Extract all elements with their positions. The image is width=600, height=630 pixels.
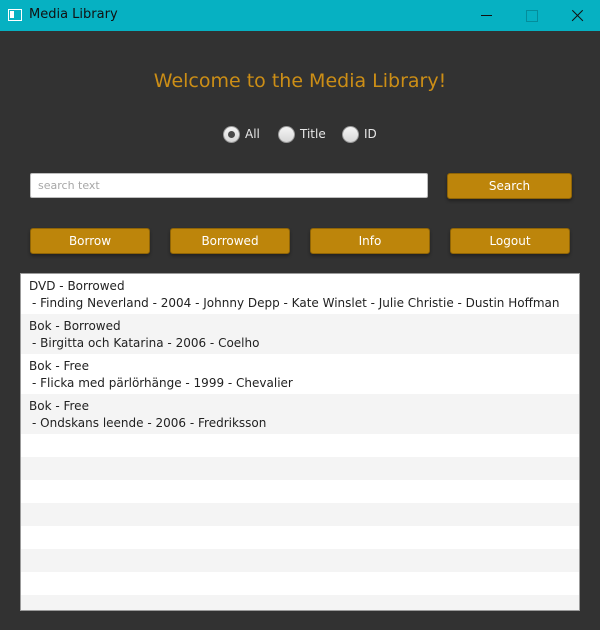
minimize-icon[interactable] xyxy=(463,0,509,31)
app-window-icon xyxy=(8,9,22,21)
list-item-type-status: Bok - Borrowed xyxy=(29,319,121,333)
list-item[interactable]: Bok - Borrowed - Birgitta och Katarina -… xyxy=(21,314,579,354)
empty-list-row xyxy=(21,503,579,526)
media-list[interactable]: DVD - Borrowed - Finding Neverland - 200… xyxy=(20,273,580,611)
list-item-type-status: Bok - Free xyxy=(29,399,89,413)
welcome-heading: Welcome to the Media Library! xyxy=(153,70,447,92)
list-item-details: - Ondskans leende - 2006 - Fredriksson xyxy=(32,416,267,430)
list-item-details: - Finding Neverland - 2004 - Johnny Depp… xyxy=(32,296,560,310)
radio-button-icon[interactable] xyxy=(342,126,359,143)
list-item[interactable]: Bok - Free - Flicka med pärlörhänge - 19… xyxy=(21,354,579,394)
info-button[interactable]: Info xyxy=(310,228,430,254)
list-item[interactable]: Bok - Free - Ondskans leende - 2006 - Fr… xyxy=(21,394,579,434)
maximize-icon[interactable] xyxy=(508,0,554,31)
logout-button[interactable]: Logout xyxy=(450,228,570,254)
window-title: Media Library xyxy=(29,7,118,22)
empty-list-row xyxy=(21,434,579,457)
radio-button-icon[interactable] xyxy=(223,126,240,143)
search-button[interactable]: Search xyxy=(447,173,572,199)
borrow-button[interactable]: Borrow xyxy=(30,228,150,254)
filter-radio-label: All xyxy=(245,127,260,141)
empty-list-row xyxy=(21,480,579,503)
search-input[interactable] xyxy=(30,173,428,198)
close-icon[interactable] xyxy=(554,0,600,31)
empty-list-row xyxy=(21,595,579,610)
list-item-type-status: Bok - Free xyxy=(29,359,89,373)
radio-button-icon[interactable] xyxy=(278,126,295,143)
list-item[interactable]: DVD - Borrowed - Finding Neverland - 200… xyxy=(21,274,579,314)
list-item-type-status: DVD - Borrowed xyxy=(29,279,125,293)
title-bar[interactable]: Media Library xyxy=(0,0,600,31)
filter-radio-label: ID xyxy=(364,127,377,141)
empty-list-row xyxy=(21,549,579,572)
empty-list-row xyxy=(21,526,579,549)
filter-radio-label: Title xyxy=(300,127,326,141)
borrowed-button[interactable]: Borrowed xyxy=(170,228,290,254)
empty-list-row xyxy=(21,572,579,595)
empty-list-row xyxy=(21,457,579,480)
list-item-details: - Flicka med pärlörhänge - 1999 - Cheval… xyxy=(32,376,293,390)
list-item-details: - Birgitta och Katarina - 2006 - Coelho xyxy=(32,336,260,350)
